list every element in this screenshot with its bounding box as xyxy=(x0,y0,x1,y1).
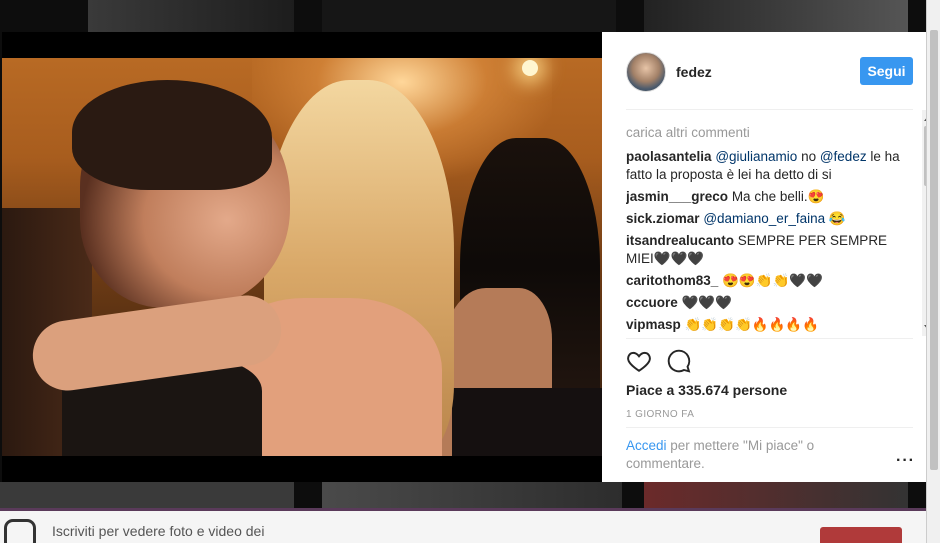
comment-mention[interactable]: @giulianamio xyxy=(715,149,797,164)
load-more-comments-link[interactable]: carica altri commenti xyxy=(626,124,916,142)
feed-thumbnail[interactable] xyxy=(322,482,622,508)
feed-thumbnail[interactable] xyxy=(322,0,616,32)
avatar[interactable] xyxy=(626,52,666,92)
photo-letterbox-top xyxy=(2,32,602,58)
login-link[interactable]: Accedi xyxy=(626,438,667,453)
divider xyxy=(626,427,913,428)
comments-list: carica altri commenti paolasantelia @giu… xyxy=(626,124,916,338)
comment-text: no xyxy=(797,149,820,164)
login-prompt: Accedi per mettere "Mi piace" o commenta… xyxy=(626,437,846,473)
divider xyxy=(626,109,913,110)
post-photo[interactable] xyxy=(2,58,602,456)
comment: vipmasp 👏👏👏👏🔥🔥🔥🔥 xyxy=(626,316,916,334)
instagram-post-modal: fedez Segui carica altri commenti paolas… xyxy=(0,0,940,543)
comment: itsandrealucanto SEMPRE PER SEMPRE MIEI🖤… xyxy=(626,232,916,268)
comment-username[interactable]: vipmasp xyxy=(626,317,681,332)
signup-button[interactable] xyxy=(820,527,902,543)
man-hair xyxy=(72,80,272,190)
signup-text: Iscriviti per vedere foto e video dei xyxy=(52,523,265,539)
comment-username[interactable]: jasmin___greco xyxy=(626,189,728,204)
heart-icon[interactable] xyxy=(626,348,652,374)
comment-text: 🖤🖤🖤 xyxy=(677,295,732,310)
lamp xyxy=(522,60,538,76)
comment-icon[interactable] xyxy=(666,348,692,374)
comment-mention[interactable]: @fedez xyxy=(820,149,867,164)
post-header: fedez Segui xyxy=(602,32,937,109)
background-woman-dress xyxy=(452,388,602,456)
comment: jasmin___greco Ma che belli.😍 xyxy=(626,188,916,206)
comment-text: 👏👏👏👏🔥🔥🔥🔥 xyxy=(680,317,820,332)
comment: caritothom83_ 😍😍👏👏🖤🖤 xyxy=(626,272,916,290)
instagram-logo-icon xyxy=(4,519,36,543)
comment-mention[interactable]: @damiano_er_faina xyxy=(703,211,825,226)
comment-username[interactable]: itsandrealucanto xyxy=(626,233,734,248)
feed-thumbnail[interactable] xyxy=(644,0,908,32)
feed-thumbnail[interactable] xyxy=(0,482,294,508)
comment-text: 😍😍👏👏🖤🖤 xyxy=(718,273,823,288)
comment-username[interactable]: sick.ziomar xyxy=(626,211,700,226)
comment-text: 😂 xyxy=(825,211,846,226)
username[interactable]: fedez xyxy=(676,64,712,80)
comment: sick.ziomar @damiano_er_faina 😂 xyxy=(626,210,916,228)
comment-text: Ma che belli.😍 xyxy=(728,189,825,204)
photo-letterbox-bottom xyxy=(2,456,602,482)
divider xyxy=(626,338,913,339)
comment-username[interactable]: paolasantelia xyxy=(626,149,712,164)
comment-username[interactable]: caritothom83_ xyxy=(626,273,718,288)
page-scrollbar-thumb[interactable] xyxy=(930,30,938,470)
comment: paolasantelia @giulianamio no @fedez le … xyxy=(626,148,916,184)
follow-button[interactable]: Segui xyxy=(860,57,913,85)
more-options-icon[interactable]: ··· xyxy=(896,452,915,470)
feed-thumbnail[interactable] xyxy=(88,0,294,32)
signup-banner: Iscriviti per vedere foto e video dei xyxy=(0,508,926,543)
post-side-panel: fedez Segui carica altri commenti paolas… xyxy=(602,32,937,482)
feed-thumbnail[interactable] xyxy=(644,482,908,508)
post-timestamp[interactable]: 1 GIORNO FA xyxy=(626,409,694,420)
page-scrollbar[interactable] xyxy=(926,0,940,543)
comment: cccuore 🖤🖤🖤 xyxy=(626,294,916,312)
likes-count[interactable]: Piace a 335.674 persone xyxy=(626,382,787,398)
comment-username[interactable]: cccuore xyxy=(626,295,678,310)
